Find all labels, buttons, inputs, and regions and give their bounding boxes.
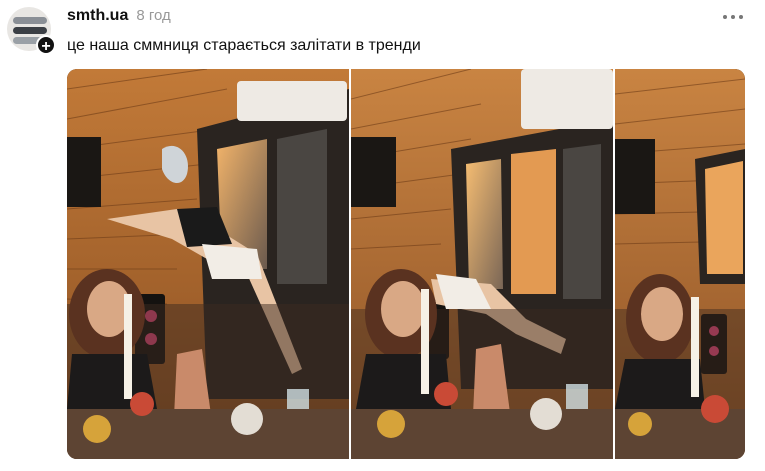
scene-image-2 [351, 69, 613, 459]
timestamp[interactable]: 8 год [136, 7, 170, 24]
video-frame-2[interactable] [351, 69, 613, 459]
post: + smth.ua 8 год це наша сммниця стараєть… [0, 0, 765, 471]
plus-icon[interactable]: + [36, 35, 56, 55]
post-header: smth.ua 8 год [67, 7, 171, 29]
media-carousel[interactable] [67, 69, 745, 459]
scene-image-1 [67, 69, 349, 459]
video-frame-1[interactable] [67, 69, 349, 459]
username[interactable]: smth.ua [67, 7, 128, 25]
avatar[interactable]: + [7, 7, 56, 55]
video-frame-3[interactable] [615, 69, 745, 459]
post-caption: це наша сммниця старається залітати в тр… [67, 37, 421, 54]
scene-image-3 [615, 69, 745, 459]
more-horizontal-icon[interactable] [721, 9, 745, 25]
